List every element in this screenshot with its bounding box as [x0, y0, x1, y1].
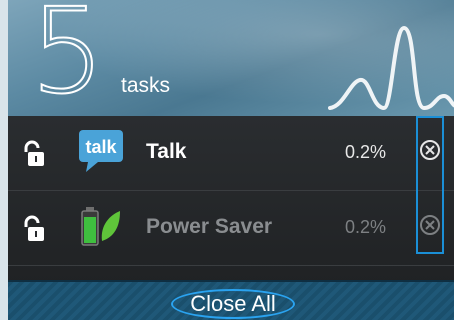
task-row-power-saver[interactable]: Power Saver 0.2% — [8, 191, 454, 266]
app-name: Talk — [146, 140, 187, 163]
task-list: talk Talk 0.2% Power Saver 0.2% — [8, 116, 454, 288]
unlocked-padlock-icon[interactable] — [22, 140, 46, 168]
heartbeat-graphic-icon — [328, 25, 454, 111]
tasks-label: tasks — [121, 74, 171, 97]
close-all-button[interactable]: Close All — [171, 289, 295, 319]
battery-leaf-icon — [81, 207, 120, 246]
close-buttons-highlight — [416, 116, 444, 254]
svg-text:talk: talk — [85, 137, 117, 157]
widget-header: 5 tasks — [8, 0, 454, 120]
task-row-talk[interactable]: talk Talk 0.2% — [8, 116, 454, 191]
cpu-usage: 0.2% — [344, 217, 386, 237]
unlocked-padlock-icon[interactable] — [22, 215, 46, 243]
cpu-usage: 0.2% — [344, 142, 386, 162]
task-manager-widget: 5 tasks talk Talk 0.2% Power Saver 0.2% … — [8, 0, 454, 320]
app-name: Power Saver — [146, 215, 273, 238]
talk-app-icon: talk — [79, 130, 123, 172]
task-count: 5 — [29, 0, 106, 120]
widget-footer: Close All — [8, 280, 454, 320]
